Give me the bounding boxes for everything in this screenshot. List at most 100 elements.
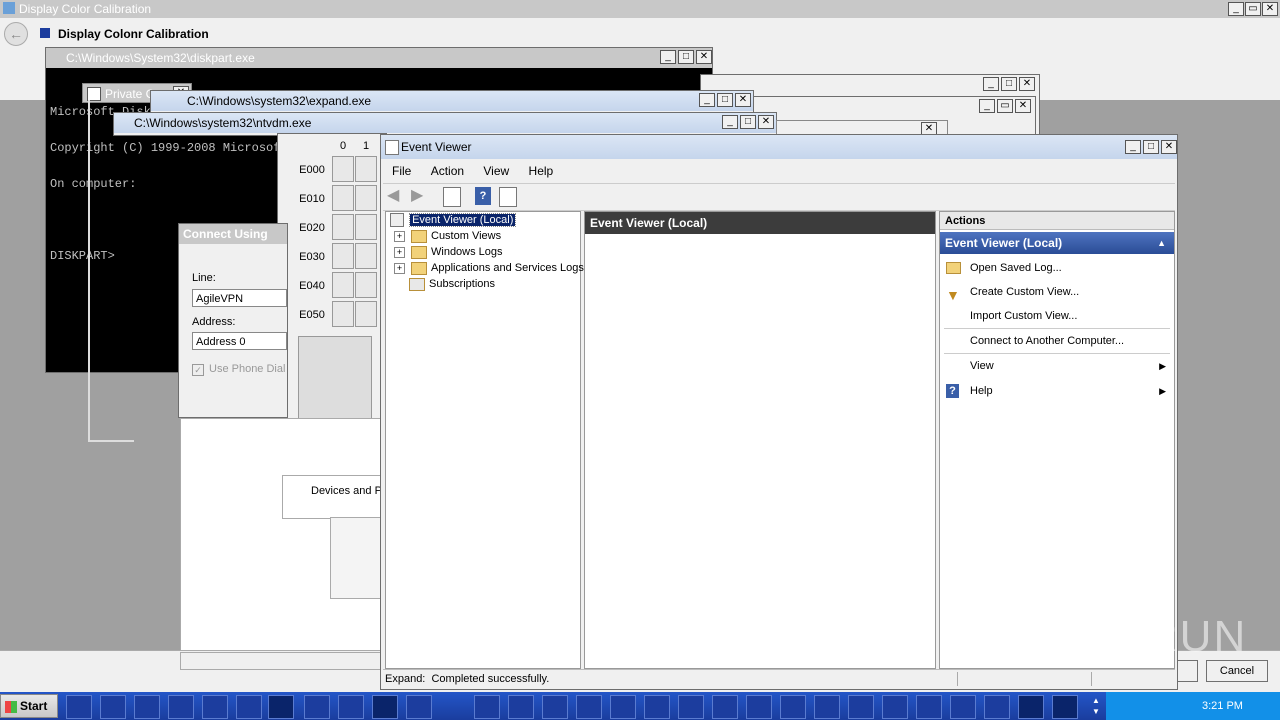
ntvdm-titlebar[interactable]: C:\Windows\system32\ntvdm.exe — [114, 113, 776, 133]
close-icon[interactable]: ✕ — [1262, 2, 1278, 16]
cmd-icon[interactable] — [406, 695, 432, 719]
char-cell[interactable] — [332, 156, 354, 182]
action-view[interactable]: View ▶ — [940, 354, 1174, 378]
app-icon[interactable] — [576, 695, 602, 719]
tree-item-subscriptions[interactable]: Subscriptions — [409, 276, 495, 292]
show-hide-tree-icon[interactable] — [443, 187, 461, 207]
close-icon[interactable]: ✕ — [758, 115, 774, 129]
char-cell[interactable] — [355, 301, 377, 327]
connect-using-titlebar[interactable]: Connect Using — [179, 224, 287, 244]
char-cell[interactable] — [355, 214, 377, 240]
maximize-icon[interactable]: □ — [678, 50, 694, 64]
maximize-icon[interactable]: □ — [1143, 140, 1159, 154]
char-cell[interactable] — [355, 185, 377, 211]
cancel-button[interactable]: Cancel — [1206, 660, 1268, 682]
forward-icon[interactable]: ▶ — [411, 187, 429, 205]
opera-icon[interactable] — [202, 695, 228, 719]
tree-item-custom-views[interactable]: + Custom Views — [394, 228, 501, 244]
minimize-icon[interactable]: _ — [1125, 140, 1141, 154]
menu-view[interactable]: View — [483, 161, 509, 181]
charmap-task-icon[interactable] — [268, 695, 294, 719]
address-select[interactable]: Address 0 — [192, 332, 287, 350]
maximize-icon[interactable]: □ — [717, 93, 733, 107]
minimize-icon[interactable]: _ — [660, 50, 676, 64]
app-icon[interactable] — [780, 695, 806, 719]
maximize-icon[interactable]: □ — [740, 115, 756, 129]
app-icon[interactable] — [610, 695, 636, 719]
char-cell[interactable] — [332, 185, 354, 211]
minimize-icon[interactable]: _ — [979, 99, 995, 113]
char-cell[interactable] — [355, 156, 377, 182]
expand-titlebar[interactable]: C:\Windows\system32\expand.exe — [151, 91, 753, 111]
back-icon[interactable]: ◀ — [387, 187, 405, 205]
search-icon[interactable] — [678, 695, 704, 719]
tree-item-windows-logs[interactable]: + Windows Logs — [394, 244, 503, 260]
char-cell[interactable] — [332, 272, 354, 298]
ie-icon[interactable] — [66, 695, 92, 719]
expand-icon[interactable]: + — [394, 230, 405, 242]
close-icon[interactable]: ✕ — [696, 50, 712, 64]
line-select[interactable]: AgileVPN — [192, 289, 287, 307]
info-icon[interactable] — [984, 695, 1010, 719]
back-arrow-icon[interactable]: ← — [4, 22, 28, 46]
app-icon[interactable] — [474, 695, 500, 719]
app-icon[interactable] — [950, 695, 976, 719]
action-open-saved-log[interactable]: Open Saved Log... — [940, 256, 1174, 280]
char-cell[interactable] — [332, 301, 354, 327]
collapse-icon[interactable]: ▲ — [1157, 232, 1166, 254]
minimize-icon[interactable]: _ — [722, 115, 738, 129]
help-icon[interactable]: ? — [475, 187, 491, 205]
action-help[interactable]: ? Help ▶ — [940, 379, 1174, 403]
minimize-icon[interactable]: _ — [1228, 2, 1244, 16]
app-icon[interactable] — [508, 695, 534, 719]
menu-action[interactable]: Action — [431, 161, 464, 181]
start-button[interactable]: Start — [0, 694, 58, 718]
media-player-icon[interactable] — [134, 695, 160, 719]
app-icon[interactable] — [712, 695, 738, 719]
char-cell[interactable] — [355, 272, 377, 298]
clock[interactable]: 3:21 PM — [1202, 700, 1243, 712]
chrome-icon[interactable] — [168, 695, 194, 719]
app-icon[interactable] — [1052, 695, 1078, 719]
expand-icon[interactable]: + — [394, 246, 405, 258]
app-icon[interactable] — [746, 695, 772, 719]
app-icon[interactable] — [338, 695, 364, 719]
use-phone-checkbox[interactable]: ✓ — [192, 364, 204, 376]
notepad-icon[interactable] — [236, 695, 262, 719]
app-icon[interactable] — [848, 695, 874, 719]
app-icon[interactable] — [882, 695, 908, 719]
action-import-custom-view[interactable]: Import Custom View... — [940, 304, 1174, 328]
char-cell[interactable] — [355, 243, 377, 269]
maximize-icon[interactable]: □ — [1001, 77, 1017, 91]
action-create-custom-view[interactable]: ▼ Create Custom View... — [940, 280, 1174, 304]
expand-icon[interactable]: + — [394, 262, 405, 274]
minimize-icon[interactable]: _ — [699, 93, 715, 107]
action-connect-computer[interactable]: Connect to Another Computer... — [940, 329, 1174, 353]
char-cell[interactable] — [332, 214, 354, 240]
event-viewer-task-icon[interactable] — [1018, 695, 1044, 719]
tree-item-app-services-logs[interactable]: + Applications and Services Logs — [394, 260, 584, 276]
app-icon[interactable] — [542, 695, 568, 719]
app-icon[interactable] — [304, 695, 330, 719]
close-icon[interactable]: ✕ — [1015, 99, 1031, 113]
app-icon[interactable] — [814, 695, 840, 719]
app-icon[interactable] — [916, 695, 942, 719]
minimize-icon[interactable]: _ — [983, 77, 999, 91]
tree-root[interactable]: Event Viewer (Local) — [390, 212, 517, 228]
close-icon[interactable]: ✕ — [1161, 140, 1177, 154]
restore-icon[interactable]: ▭ — [1245, 2, 1261, 16]
event-viewer-titlebar[interactable]: Event Viewer — [381, 135, 1177, 159]
close-icon[interactable]: ✕ — [735, 93, 751, 107]
menu-help[interactable]: Help — [529, 161, 554, 181]
diskpart-titlebar[interactable]: C:\Windows\System32\diskpart.exe — [46, 48, 712, 68]
show-hide-action-icon[interactable] — [499, 187, 517, 207]
scroll-arrows-icon[interactable]: ▲ ▼ — [1090, 695, 1102, 717]
char-cell[interactable] — [332, 243, 354, 269]
app-icon[interactable] — [372, 695, 398, 719]
app-icon[interactable] — [644, 695, 670, 719]
restore-icon[interactable]: ▭ — [997, 99, 1013, 113]
calibration-titlebar[interactable]: Display Color Calibration _ ▭ ✕ — [0, 0, 1280, 18]
explorer-icon[interactable] — [100, 695, 126, 719]
actions-section-header[interactable]: Event Viewer (Local) ▲ — [940, 232, 1174, 254]
menu-file[interactable]: File — [392, 161, 411, 181]
